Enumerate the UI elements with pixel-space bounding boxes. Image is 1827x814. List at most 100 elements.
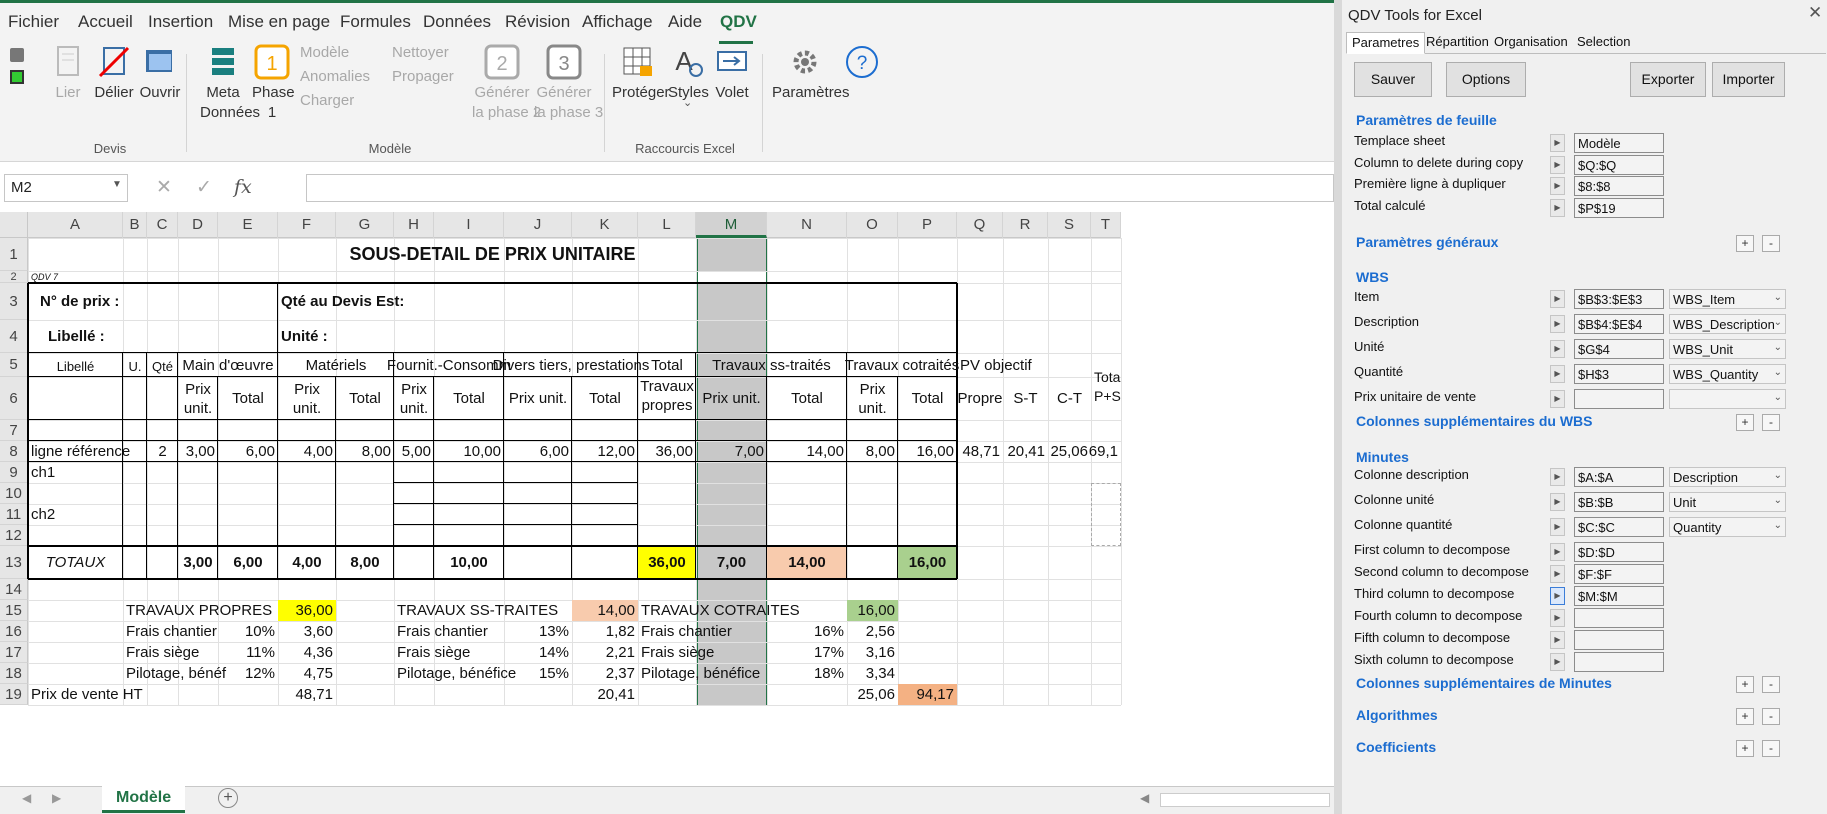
phase-1-button[interactable]: 1 Phase 1 bbox=[252, 44, 295, 123]
wbs-2-arrow-icon[interactable]: ▶ bbox=[1550, 340, 1565, 358]
chevron-down-icon[interactable]: ⌄ bbox=[1774, 317, 1782, 328]
help-button[interactable]: ? bbox=[842, 44, 882, 83]
collapse-button[interactable]: - bbox=[1762, 708, 1780, 725]
feuille-3-field[interactable]: $P$19 bbox=[1574, 198, 1664, 218]
row-header-7[interactable]: 7 bbox=[0, 420, 28, 441]
column-header-R[interactable]: R bbox=[1003, 212, 1048, 238]
prev-sheet-icon[interactable]: ◀ bbox=[22, 791, 31, 805]
row-header-18[interactable]: 18 bbox=[0, 663, 28, 684]
wbs-4-arrow-icon[interactable]: ▶ bbox=[1550, 390, 1565, 408]
close-icon[interactable]: ✕ bbox=[1808, 3, 1822, 23]
chevron-down-icon[interactable]: ⌄ bbox=[1774, 470, 1782, 481]
panel-tab-parametres[interactable]: Parametres bbox=[1346, 32, 1426, 54]
select-all-corner[interactable] bbox=[0, 212, 28, 238]
expand-button[interactable]: + bbox=[1736, 740, 1754, 757]
chevron-down-icon[interactable]: ⌄ bbox=[1774, 342, 1782, 353]
sheet-tab-modele[interactable]: Modèle bbox=[102, 786, 186, 813]
check-icon[interactable]: ✓ bbox=[196, 176, 212, 199]
generer-phase-3-button[interactable]: 3 Générer la phase 3 bbox=[534, 44, 603, 123]
expand-button[interactable]: + bbox=[1736, 235, 1754, 252]
collapse-button[interactable]: - bbox=[1762, 740, 1780, 757]
lier-button[interactable]: Lier bbox=[48, 44, 88, 103]
row-header-13[interactable]: 13 bbox=[0, 546, 28, 579]
minutes-0-field[interactable]: $A:$A bbox=[1574, 467, 1664, 487]
fx-icon[interactable]: fx bbox=[234, 176, 252, 198]
minutes-2-select[interactable]: Quantity ⌄ bbox=[1669, 517, 1786, 537]
feuille-0-arrow-icon[interactable]: ▶ bbox=[1550, 134, 1565, 152]
meta-donnees-button[interactable]: Meta Données bbox=[200, 44, 260, 123]
sauver-button[interactable]: Sauver bbox=[1354, 62, 1432, 97]
column-header-H[interactable]: H bbox=[394, 212, 434, 238]
row-header-8[interactable]: 8 bbox=[0, 441, 28, 462]
scroll-left-icon[interactable]: ◀ bbox=[1140, 791, 1149, 805]
decomp-5-field[interactable] bbox=[1574, 652, 1664, 672]
collapse-button[interactable]: - bbox=[1762, 414, 1780, 431]
minutes-1-field[interactable]: $B:$B bbox=[1574, 492, 1664, 512]
minutes-0-select[interactable]: Description ⌄ bbox=[1669, 467, 1786, 487]
decomp-1-arrow-icon[interactable]: ▶ bbox=[1550, 565, 1565, 583]
styles-button[interactable]: A Styles bbox=[668, 44, 709, 103]
menu-aide[interactable]: Aide bbox=[668, 12, 702, 32]
menu-affichage[interactable]: Affichage bbox=[582, 12, 653, 32]
delier-button[interactable]: Délier bbox=[92, 44, 136, 103]
add-sheet-icon[interactable]: + bbox=[218, 788, 238, 808]
decomp-2-field[interactable]: $M:$M bbox=[1574, 586, 1664, 606]
menu-qdv[interactable]: QDV bbox=[720, 12, 757, 32]
row-header-19[interactable]: 19 bbox=[0, 684, 28, 705]
menu-insertion[interactable]: Insertion bbox=[148, 12, 213, 32]
expand-button[interactable]: + bbox=[1736, 676, 1754, 693]
wbs-1-arrow-icon[interactable]: ▶ bbox=[1550, 315, 1565, 333]
decomp-0-field[interactable]: $D:$D bbox=[1574, 542, 1664, 562]
volet-button[interactable]: Volet bbox=[712, 44, 752, 103]
column-header-O[interactable]: O bbox=[847, 212, 898, 238]
menu-révision[interactable]: Révision bbox=[505, 12, 570, 32]
generer-phase-2-button[interactable]: 2 Générer la phase 2 bbox=[472, 44, 541, 123]
chevron-down-icon[interactable]: ⌄ bbox=[1774, 392, 1782, 403]
wbs-0-field[interactable]: $B$3:$E$3 bbox=[1574, 289, 1664, 309]
chevron-down-icon[interactable]: ⌄ bbox=[1774, 292, 1782, 303]
decomp-2-arrow-icon[interactable]: ▶ bbox=[1550, 587, 1565, 605]
row-header-15[interactable]: 15 bbox=[0, 600, 28, 621]
expand-button[interactable]: + bbox=[1736, 414, 1754, 431]
column-header-N[interactable]: N bbox=[767, 212, 847, 238]
row-header-1[interactable]: 1 bbox=[0, 238, 28, 271]
row-header-12[interactable]: 12 bbox=[0, 525, 28, 546]
minutes-2-field[interactable]: $C:$C bbox=[1574, 517, 1664, 537]
menu-accueil[interactable]: Accueil bbox=[78, 12, 133, 32]
exporter-button[interactable]: Exporter bbox=[1630, 62, 1706, 97]
wbs-0-select[interactable]: WBS_Item ⌄ bbox=[1669, 289, 1786, 309]
proteger-button[interactable]: Protéger bbox=[612, 44, 670, 103]
minutes-0-arrow-icon[interactable]: ▶ bbox=[1550, 468, 1565, 486]
wbs-4-select[interactable]: ⌄ bbox=[1669, 389, 1786, 409]
wbs-3-arrow-icon[interactable]: ▶ bbox=[1550, 365, 1565, 383]
chevron-down-icon[interactable]: ⌄ bbox=[1774, 495, 1782, 506]
decomp-4-field[interactable] bbox=[1574, 630, 1664, 650]
column-header-E[interactable]: E bbox=[218, 212, 278, 238]
decomp-3-arrow-icon[interactable]: ▶ bbox=[1550, 609, 1565, 627]
column-header-B[interactable]: B bbox=[123, 212, 147, 238]
formula-input[interactable] bbox=[306, 174, 1334, 202]
wbs-4-field[interactable] bbox=[1574, 389, 1664, 409]
row-header-16[interactable]: 16 bbox=[0, 621, 28, 642]
chevron-down-icon[interactable]: ▼ bbox=[112, 179, 122, 190]
menu-fichier[interactable]: Fichier bbox=[8, 12, 59, 32]
column-header-Q[interactable]: Q bbox=[957, 212, 1003, 238]
decomp-3-field[interactable] bbox=[1574, 608, 1664, 628]
feuille-1-field[interactable]: $Q:$Q bbox=[1574, 155, 1664, 175]
feuille-0-field[interactable]: Modèle bbox=[1574, 133, 1664, 153]
row-header-10[interactable]: 10 bbox=[0, 483, 28, 504]
column-header-P[interactable]: P bbox=[898, 212, 957, 238]
collapse-button[interactable]: - bbox=[1762, 235, 1780, 252]
column-header-C[interactable]: C bbox=[147, 212, 178, 238]
column-header-I[interactable]: I bbox=[434, 212, 504, 238]
column-header-L[interactable]: L bbox=[638, 212, 696, 238]
row-header-3[interactable]: 3 bbox=[0, 283, 28, 320]
row-header-6[interactable]: 6 bbox=[0, 377, 28, 420]
column-header-F[interactable]: F bbox=[278, 212, 336, 238]
feuille-1-arrow-icon[interactable]: ▶ bbox=[1550, 156, 1565, 174]
wbs-1-field[interactable]: $B$4:$E$4 bbox=[1574, 314, 1664, 334]
wbs-2-select[interactable]: WBS_Unit ⌄ bbox=[1669, 339, 1786, 359]
minutes-1-select[interactable]: Unit ⌄ bbox=[1669, 492, 1786, 512]
row-header-11[interactable]: 11 bbox=[0, 504, 28, 525]
name-box[interactable]: M2 bbox=[4, 174, 128, 202]
